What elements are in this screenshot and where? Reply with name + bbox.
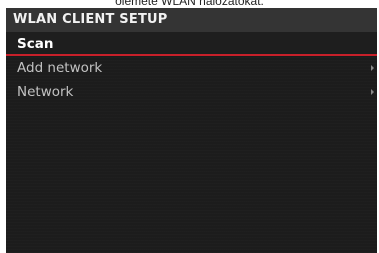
menu-item-label: Add network [17,60,103,76]
chevron-right-icon [371,65,374,71]
menu-item-label: Scan [17,36,54,52]
title-bar: WLAN CLIENT SETUP [6,8,377,32]
chevron-right-icon [371,89,374,95]
menu-item-label: Network [17,84,74,100]
menu-item-add-network[interactable]: Add network [6,56,377,80]
camera-menu-screen: WLAN CLIENT SETUP Scan Add network Netwo… [6,8,377,253]
menu-item-scan[interactable]: Scan [6,32,377,56]
menu-title: WLAN CLIENT SETUP [13,12,168,27]
menu-item-network[interactable]: Network [6,80,377,104]
caption-text: olemete WLAN hálózatokat. [115,0,264,8]
